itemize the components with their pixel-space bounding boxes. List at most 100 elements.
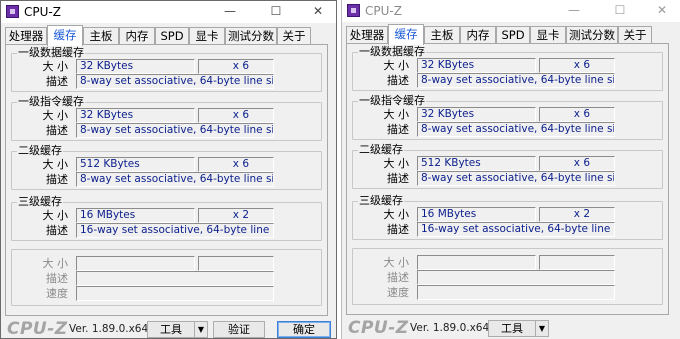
tab-memory[interactable]: 内存 — [460, 26, 496, 44]
validate-button[interactable]: 验证 — [213, 321, 265, 338]
tab-cache[interactable]: 缓存 — [47, 25, 83, 46]
maximize-button[interactable]: ☐ — [606, 2, 634, 19]
size-label: 大 小 — [42, 158, 69, 171]
tab-graphics[interactable]: 显卡 — [530, 26, 566, 44]
minimize-button[interactable]: — — [216, 3, 244, 20]
speed-label: 速度 — [46, 287, 68, 300]
cache-panel: 一级数据缓存 大 小 32 KBytes x 6 描述 8-way set as… — [5, 44, 328, 316]
size-value: 16 MBytes — [76, 208, 195, 223]
group-title: 二级缓存 — [17, 144, 63, 158]
tab-strip: 处理器 缓存 主板 内存 SPD 显卡 测试分数 关于 — [5, 25, 328, 46]
size-label: 大 小 — [383, 208, 410, 221]
desc-value: 8-way set associative, 64-byte line size — [76, 172, 274, 187]
tab-mainboard[interactable]: 主板 — [424, 26, 460, 44]
desc-value: 16-way set associative, 64-byte line siz… — [76, 223, 274, 238]
close-button[interactable]: ✕ — [304, 3, 332, 20]
desc-label: 描述 — [46, 124, 68, 137]
size-value: 512 KBytes — [76, 157, 195, 172]
desc-label: 描述 — [46, 224, 68, 237]
tab-strip: 处理器 缓存 主板 内存 SPD 显卡 测试分数 关于 — [346, 24, 669, 45]
tab-graphics[interactable]: 显卡 — [189, 27, 225, 45]
minimize-button[interactable]: — — [560, 2, 588, 19]
size-label: 大 小 — [42, 257, 69, 270]
maximize-button[interactable]: ☐ — [262, 3, 290, 20]
tab-processor[interactable]: 处理器 — [5, 27, 47, 45]
tools-dropdown-arrow-icon[interactable]: ▼ — [194, 321, 208, 338]
version-label: Ver. 1.89.0.x64 — [410, 322, 490, 334]
desc-label: 描述 — [46, 75, 68, 88]
tab-about[interactable]: 关于 — [618, 26, 652, 44]
l2-cache-group: 二级缓存 大 小 512 KBytes x 6 描述 8-way set ass… — [11, 144, 322, 190]
group-title: 一级数据缓存 — [358, 45, 426, 59]
speed-value-empty — [76, 286, 274, 301]
title-bar[interactable]: CPU-Z — ☐ ✕ — [342, 0, 680, 22]
count-value: x 6 — [539, 107, 615, 122]
size-label: 大 小 — [383, 157, 410, 170]
size-value: 32 KBytes — [417, 107, 536, 122]
tab-bench[interactable]: 测试分数 — [225, 27, 277, 45]
size-value: 32 KBytes — [76, 59, 195, 74]
desc-label: 描述 — [387, 74, 409, 87]
group-title: 二级缓存 — [358, 143, 404, 157]
group-title: 一级数据缓存 — [17, 46, 85, 60]
cpuz-app-icon — [6, 5, 19, 18]
desc-value: 8-way set associative, 64-byte line size — [76, 74, 274, 89]
cpuz-window-active: CPU-Z — ☐ ✕ 处理器 缓存 主板 内存 SPD 显卡 测试分数 关于 … — [0, 0, 337, 339]
count-value: x 6 — [539, 58, 615, 73]
title-bar[interactable]: CPU-Z — ☐ ✕ — [1, 1, 336, 23]
l2-cache-group: 二级缓存 大 小 512 KBytes x 6 描述 8-way set ass… — [352, 143, 663, 189]
tab-spd[interactable]: SPD — [155, 27, 189, 45]
l1-data-cache-group: 一级数据缓存 大 小 32 KBytes x 6 描述 8-way set as… — [352, 45, 663, 91]
size-value: 32 KBytes — [76, 108, 195, 123]
count-value: x 2 — [198, 208, 274, 223]
count-value: x 6 — [539, 156, 615, 171]
ok-button[interactable]: 确定 — [277, 321, 331, 338]
group-title: 三级缓存 — [358, 194, 404, 208]
l1-inst-cache-group: 一级指令缓存 大 小 32 KBytes x 6 描述 8-way set as… — [352, 94, 663, 140]
count-value-empty — [539, 255, 615, 270]
empty-cache-group: 大 小 描述 速度 — [352, 248, 663, 305]
cpuz-logo: CPU-Z — [7, 319, 68, 339]
desc-label: 描述 — [387, 223, 409, 236]
cpuz-logo: CPU-Z — [348, 318, 409, 338]
tab-memory[interactable]: 内存 — [119, 27, 155, 45]
desc-label: 描述 — [46, 272, 68, 285]
version-label: Ver. 1.89.0.x64 — [69, 323, 149, 335]
tab-about[interactable]: 关于 — [277, 27, 311, 45]
size-value: 16 MBytes — [417, 207, 536, 222]
tab-spd[interactable]: SPD — [496, 26, 530, 44]
bottom-bar: CPU-Z Ver. 1.89.0.x64 工具 ▼ — [342, 318, 680, 339]
desc-label: 描述 — [387, 123, 409, 136]
cache-panel: 一级数据缓存 大 小 32 KBytes x 6 描述 8-way set as… — [346, 43, 669, 315]
desc-value-empty — [76, 271, 274, 286]
tools-button[interactable]: 工具 — [488, 320, 536, 337]
cpuz-window-inactive: CPU-Z — ☐ ✕ 处理器 缓存 主板 内存 SPD 显卡 测试分数 关于 … — [341, 0, 680, 339]
tab-processor[interactable]: 处理器 — [346, 26, 388, 44]
l3-cache-group: 三级缓存 大 小 16 MBytes x 2 描述 16-way set ass… — [352, 194, 663, 240]
desc-value: 8-way set associative, 64-byte line size — [417, 122, 615, 137]
l1-data-cache-group: 一级数据缓存 大 小 32 KBytes x 6 描述 8-way set as… — [11, 46, 322, 92]
speed-label: 速度 — [387, 286, 409, 299]
size-value-empty — [417, 255, 536, 270]
size-value: 512 KBytes — [417, 156, 536, 171]
bottom-bar: CPU-Z Ver. 1.89.0.x64 工具 ▼ 验证 确定 — [1, 319, 336, 339]
group-title: 三级缓存 — [17, 195, 63, 209]
desc-value: 8-way set associative, 64-byte line size — [417, 171, 615, 186]
desc-value-empty — [417, 270, 615, 285]
tab-cache[interactable]: 缓存 — [388, 24, 424, 45]
count-value: x 2 — [539, 207, 615, 222]
size-label: 大 小 — [42, 209, 69, 222]
empty-cache-group: 大 小 描述 速度 — [11, 249, 322, 306]
window-title: CPU-Z — [365, 4, 402, 18]
tab-mainboard[interactable]: 主板 — [83, 27, 119, 45]
desc-label: 描述 — [46, 173, 68, 186]
size-label: 大 小 — [42, 60, 69, 73]
group-title: 一级指令缓存 — [358, 94, 426, 108]
l1-inst-cache-group: 一级指令缓存 大 小 32 KBytes x 6 描述 8-way set as… — [11, 95, 322, 141]
window-title: CPU-Z — [24, 5, 61, 19]
tools-button[interactable]: 工具 — [147, 321, 195, 338]
tools-dropdown-arrow-icon[interactable]: ▼ — [535, 320, 549, 337]
tab-bench[interactable]: 测试分数 — [566, 26, 618, 44]
count-value: x 6 — [198, 108, 274, 123]
close-button[interactable]: ✕ — [648, 2, 676, 19]
